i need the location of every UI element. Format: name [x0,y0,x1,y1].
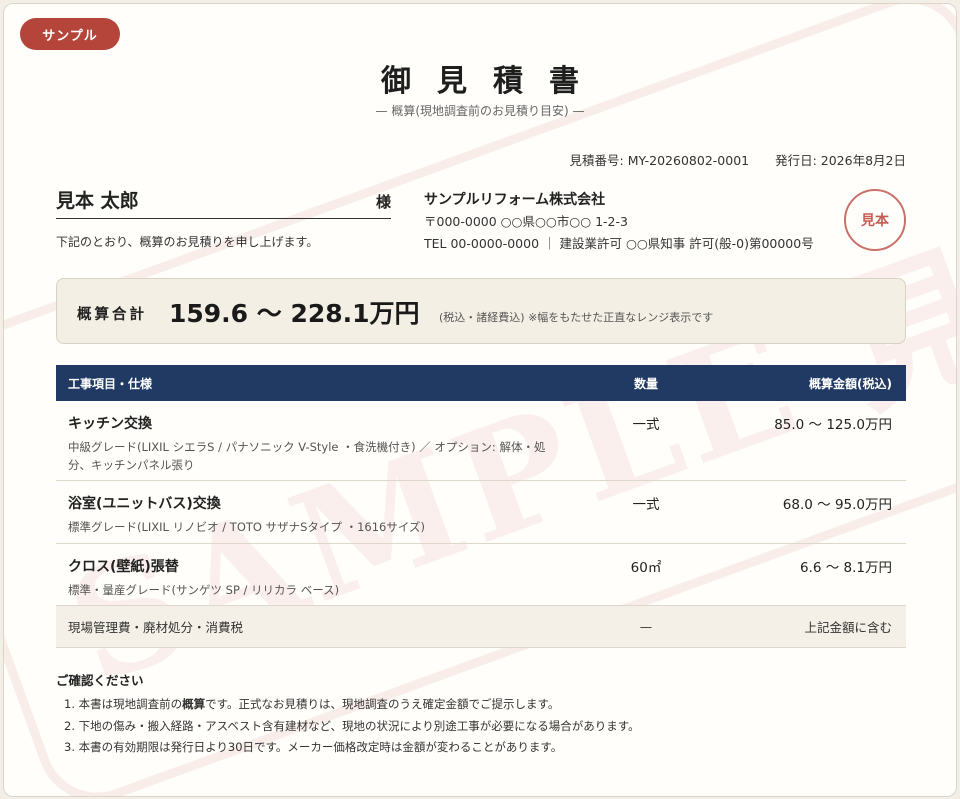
table-header: 工事項目・仕様 数量 概算金額(税込) [56,365,906,401]
company-block: サンプルリフォーム株式会社 〒000-0000 ○○県○○市○○ 1-2-3 T… [424,189,814,255]
item-qty: 60㎡ [630,560,662,576]
note-item: 1. 本書は現地調査前の概算です。正式なお見積りは、現地調査のうえ確定金額でご提… [56,694,640,716]
company-contact: TEL 00-0000-0000 ｜ 建設業許可 ○○県知事 許可(般-0)第0… [424,236,814,251]
item-amount: 85.0 〜 125.0万円 [774,417,892,433]
item-spec: 標準・量産グレード(サンゲツ SP / リリカラ ベース) [68,583,340,597]
issue-date: 発行日: 2026年8月2日 [775,153,906,168]
note-item: 2. 下地の傷み・搬入経路・アスベスト含有建材など、現地の状況により別途工事が必… [64,718,640,733]
sample-badge: サンプル [20,18,120,50]
item-name: 浴室(ユニットバス)交換 [68,496,221,512]
table-footer-row: 現場管理費・廃材処分・消費税 — 上記金額に含む [56,606,906,648]
note-text: です。正式なお見積りは、現地調査のうえ確定金額でご提示します。 [205,697,560,711]
note-item: 3. 本書の有効期限は発行日より30日です。メーカー価格改定時は金額が変わること… [64,740,563,754]
item-spec: 標準グレード(LIXIL リノビオ / TOTO サザナSタイプ ・1616サイ… [68,520,425,534]
table-row: クロス(壁紙)張替 標準・量産グレード(サンゲツ SP / リリカラ ベース) … [56,544,906,606]
document-subtitle: — 概算(現地調査前のお見積り目安) — [375,104,585,118]
header-item: 工事項目・仕様 [68,376,153,391]
item-qty: 一式 [632,497,660,513]
table-row: 浴室(ユニットバス)交換 標準グレード(LIXIL リノビオ / TOTO サザ… [56,481,906,544]
customer-name: 見本 太郎 [56,190,139,212]
item-spec: 中級グレード(LIXIL シエラS / パナソニック V-Style ・食洗機付… [68,440,546,472]
item-amount: 6.6 〜 8.1万円 [799,560,892,576]
customer-honorific: 様 [375,193,391,211]
total-label: 概算合計 [77,306,147,323]
footer-amount: 上記金額に含む [804,620,892,635]
note-emphasis: 概算 [182,697,206,711]
company-address: 〒000-0000 ○○県○○市○○ 1-2-3 [424,214,628,229]
footer-qty: — [639,619,653,634]
table-row: キッチン交換 中級グレード(LIXIL シエラS / パナソニック V-Styl… [56,401,906,481]
notes-title: ご確認ください [56,673,144,688]
notes-list: 1. 本書は現地調査前の概算です。正式なお見積りは、現地調査のうえ確定金額でご提… [56,694,640,759]
header-amount: 概算金額(税込) [809,376,892,391]
note-text: 1. 本書は現地調査前の [64,697,183,711]
estimate-number: 見積番号: MY-20260802-0001 [569,153,750,168]
footer-item: 現場管理費・廃材処分・消費税 [68,620,244,635]
header-qty: 数量 [633,376,658,391]
customer-block: 見本 太郎 様 [56,186,391,219]
company-stamp: 見本 [844,189,906,251]
item-amount: 68.0 〜 95.0万円 [782,497,892,513]
total-value: 159.6 〜 228.1万円 [169,299,420,328]
estimate-table: 工事項目・仕様 数量 概算金額(税込) キッチン交換 中級グレード(LIXIL … [56,365,906,648]
item-qty: 一式 [632,417,660,433]
item-name: キッチン交換 [68,416,152,432]
total-summary: 概算合計 159.6 〜 228.1万円 (税込・諸経費込) ※幅をもたせた正直… [56,278,906,344]
document-meta: 見積番号: MY-20260802-0001 発行日: 2026年8月2日 [570,150,906,169]
company-name: サンプルリフォーム株式会社 [424,192,606,208]
estimate-document: SAMPLE 見本 サンプル 御見積書 — 概算(現地調査前のお見積り目安) —… [3,3,957,797]
item-name: クロス(壁紙)張替 [68,559,179,575]
document-title: 御見積書 [381,64,605,99]
intro-text: 下記のとおり、概算のお見積りを申し上げます。 [56,235,319,249]
total-note: (税込・諸経費込) ※幅をもたせた正直なレンジ表示です [439,311,714,324]
